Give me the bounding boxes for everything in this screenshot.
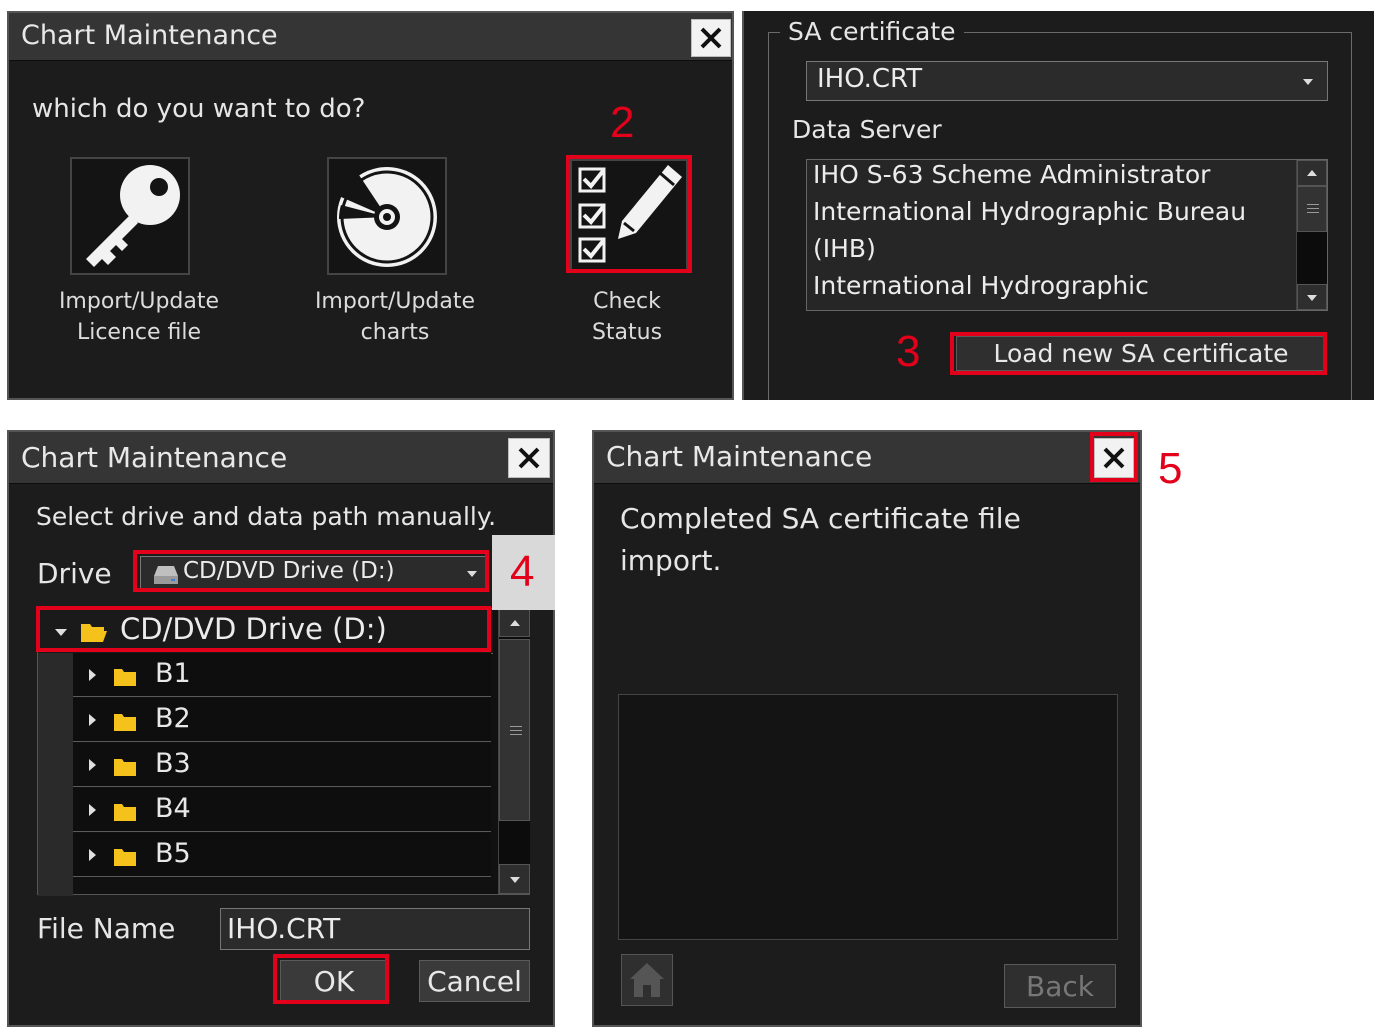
arrow-up-icon (510, 620, 520, 626)
vertical-scrollbar[interactable] (498, 609, 530, 894)
data-server-listbox[interactable]: IHO S-63 Scheme Administrator Internatio… (806, 159, 1328, 311)
server-line: (IHB) (813, 234, 876, 263)
import-complete-dialog: Chart Maintenance Completed SA certifica… (592, 430, 1142, 1027)
tree-indent-guide (38, 653, 73, 896)
sa-certificate-group-title: SA certificate (780, 17, 964, 46)
tree-folder-row[interactable]: B2 (73, 698, 491, 742)
folder-icon (114, 849, 136, 866)
vertical-scrollbar[interactable] (1296, 160, 1327, 310)
folder-name: B4 (155, 793, 191, 824)
server-line: International Hydrographic Bureau (813, 197, 1247, 226)
folder-icon (114, 669, 136, 686)
chevron-right-icon[interactable] (89, 849, 96, 861)
arrow-down-icon (510, 877, 520, 883)
highlight-ok-button (273, 954, 389, 1004)
scroll-down-button[interactable] (499, 864, 530, 894)
back-button[interactable]: Back (1004, 964, 1116, 1008)
dialog-title: Chart Maintenance (606, 440, 873, 473)
dialog-title: Chart Maintenance (21, 441, 288, 474)
file-name-label: File Name (37, 912, 176, 945)
scroll-thumb[interactable] (1297, 186, 1327, 232)
highlight-tree-root (36, 606, 491, 652)
log-area (618, 694, 1118, 940)
dialog-titlebar: Chart Maintenance (594, 432, 1140, 484)
import-licence-button[interactable] (70, 157, 190, 275)
step-marker-4: 4 (510, 547, 535, 596)
dialog-prompt: which do you want to do? (32, 94, 366, 124)
server-line: IHO S-63 Scheme Administrator (813, 160, 1211, 189)
select-drive-dialog: Chart Maintenance Select drive and data … (7, 430, 555, 1027)
dialog-title: Chart Maintenance (21, 20, 278, 51)
disc-icon (337, 167, 437, 267)
sa-certificate-select[interactable]: IHO.CRT (806, 61, 1328, 101)
step-marker-2: 2 (610, 98, 635, 147)
dialog-titlebar: Chart Maintenance (9, 13, 732, 61)
folder-name: B2 (155, 703, 191, 734)
server-line: International Hydrographic (813, 271, 1149, 300)
file-name-value: IHO.CRT (227, 912, 341, 945)
scroll-thumb[interactable] (499, 639, 530, 821)
tree-folder-row[interactable]: B3 (73, 743, 491, 787)
close-icon (518, 447, 540, 469)
arrow-up-icon (1307, 170, 1317, 176)
arrow-down-icon (1307, 295, 1317, 301)
scroll-up-button[interactable] (499, 609, 530, 637)
chevron-right-icon[interactable] (89, 714, 96, 726)
key-icon (86, 165, 180, 267)
cancel-button[interactable]: Cancel (419, 960, 530, 1002)
chevron-right-icon[interactable] (89, 804, 96, 816)
home-icon (630, 963, 664, 997)
folder-icon (114, 804, 136, 821)
step-marker-5: 5 (1158, 444, 1183, 493)
instruction-text: Select drive and data path manually. (36, 502, 497, 531)
folder-name: B5 (155, 838, 191, 869)
step-marker-4-box: 4 (492, 535, 555, 610)
scroll-down-button[interactable] (1297, 284, 1327, 310)
import-licence-label: Import/Update Licence file (58, 289, 220, 345)
highlight-check-status (566, 155, 692, 273)
close-button[interactable] (691, 19, 731, 57)
close-icon (700, 27, 722, 49)
file-name-input[interactable]: IHO.CRT (220, 908, 530, 950)
folder-icon (114, 714, 136, 731)
completion-message: Completed SA certificate file import. (620, 502, 1021, 577)
step-marker-3: 3 (896, 327, 921, 376)
scroll-up-button[interactable] (1297, 160, 1327, 186)
folder-icon (114, 759, 136, 776)
chevron-down-icon (1303, 79, 1313, 85)
sa-certificate-value: IHO.CRT (817, 64, 923, 94)
dialog-titlebar: Chart Maintenance (9, 432, 553, 484)
check-status-label: Check Status (591, 289, 663, 345)
folder-name: B1 (155, 658, 191, 689)
chevron-right-icon[interactable] (89, 759, 96, 771)
home-button[interactable] (621, 954, 673, 1006)
tree-folder-row[interactable]: B1 (73, 653, 491, 697)
tree-folder-row[interactable]: B5 (73, 833, 491, 877)
import-charts-button[interactable] (327, 157, 447, 275)
highlight-load-button (950, 332, 1327, 375)
import-charts-label: Import/Update charts (314, 289, 476, 345)
folder-name: B3 (155, 748, 191, 779)
highlight-close-button (1090, 432, 1138, 482)
close-button[interactable] (508, 438, 550, 478)
drive-label: Drive (37, 557, 112, 590)
highlight-drive-select (133, 550, 489, 592)
chevron-right-icon[interactable] (89, 669, 96, 681)
data-server-label: Data Server (792, 115, 942, 144)
tree-folder-row[interactable]: B4 (73, 788, 491, 832)
